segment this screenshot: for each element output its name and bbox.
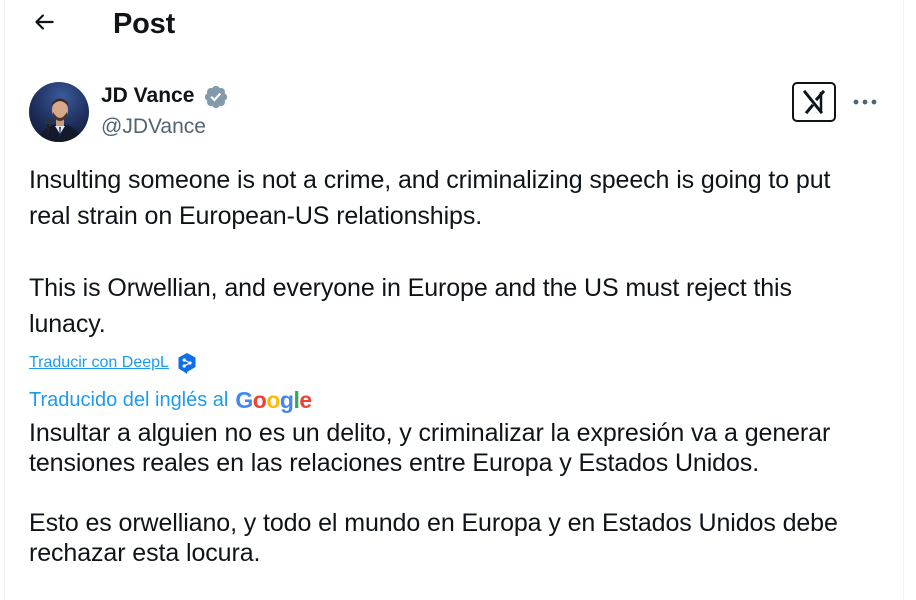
post-text: Insulting someone is not a crime, and cr… (29, 166, 831, 338)
avatar[interactable] (29, 82, 89, 142)
translated-label: Traducido del inglés al (29, 389, 229, 411)
grok-button[interactable] (792, 82, 836, 122)
deepl-translate-link[interactable]: Traducir con DeepL (29, 352, 197, 374)
verified-badge-icon (204, 85, 228, 109)
top-bar: Post (0, 0, 916, 48)
deepl-logo-icon (178, 353, 196, 374)
google-logo-letter: G (235, 387, 253, 413)
deepl-link-label[interactable]: Traducir con DeepL (29, 352, 169, 374)
google-logo: Google (235, 386, 312, 414)
back-button[interactable] (26, 4, 62, 40)
google-logo-letter: o (252, 387, 267, 413)
translated-text: Insultar a alguien no es un delito, y cr… (29, 419, 838, 567)
author-handle[interactable]: @JDVance (101, 113, 206, 141)
grok-icon (802, 89, 826, 115)
page-title: Post (113, 8, 176, 40)
google-logo-letter: o (266, 387, 280, 413)
arrow-left-icon (35, 14, 54, 30)
author-name[interactable]: JD Vance (101, 82, 194, 110)
more-options-button[interactable] (850, 89, 880, 115)
google-logo-letter: e (299, 387, 312, 413)
translation-attribution: Traducido del inglés al Google (29, 386, 312, 414)
more-horizontal-icon (853, 99, 877, 105)
google-logo-letter: g (279, 387, 294, 413)
